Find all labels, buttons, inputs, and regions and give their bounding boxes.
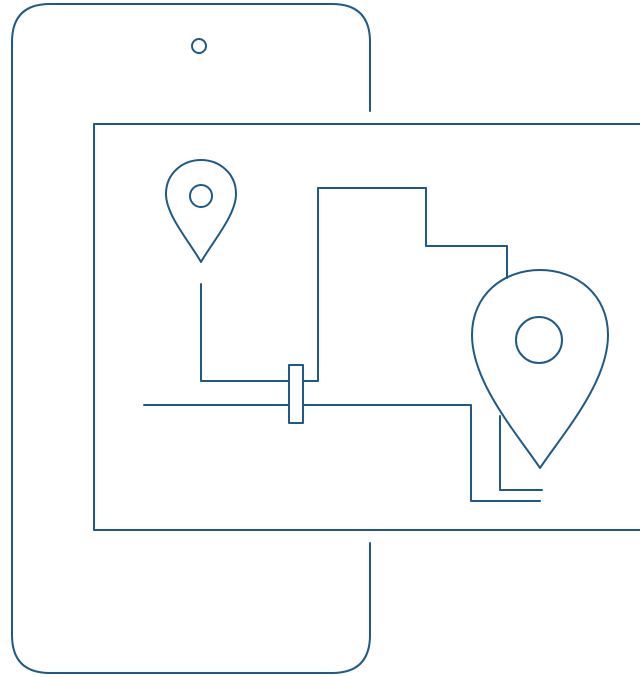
small-location-pin-icon bbox=[165, 159, 237, 263]
route-line-center bbox=[302, 187, 508, 382]
phone-outline-icon bbox=[11, 3, 371, 674]
large-location-pin-hole bbox=[515, 316, 563, 364]
road-line bbox=[143, 404, 541, 502]
mobile-navigation-illustration-svg bbox=[11, 3, 640, 674]
route-line-end bbox=[499, 415, 543, 491]
large-location-pin-icon bbox=[471, 269, 609, 469]
route-marker-rect bbox=[288, 364, 304, 424]
phone-camera-icon bbox=[191, 38, 207, 54]
small-location-pin-hole bbox=[189, 184, 213, 208]
phone-map-illustration bbox=[0, 0, 640, 677]
route-line-left bbox=[200, 283, 290, 382]
